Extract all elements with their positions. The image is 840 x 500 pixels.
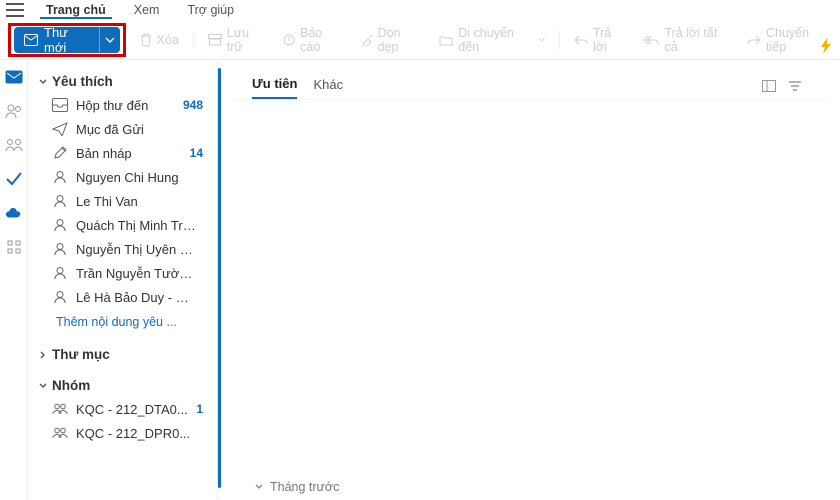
sidebar-item-label: Le Thi Van bbox=[76, 194, 138, 209]
person-icon bbox=[52, 265, 68, 281]
tab-focused[interactable]: Ưu tiên bbox=[252, 72, 297, 99]
highlight-new-mail: Thư mới bbox=[8, 23, 126, 57]
menubar: Trang chủ Xem Trợ giúp bbox=[0, 0, 840, 20]
person-icon bbox=[52, 193, 68, 209]
sidebar-item-label: Nguyen Chi Hung bbox=[76, 170, 179, 185]
archive-button[interactable]: Lưu trữ bbox=[204, 26, 269, 54]
groups-app-icon[interactable] bbox=[5, 136, 23, 154]
sidebar-item-label: Mục đã Gửi bbox=[76, 122, 144, 137]
chevron-down-icon bbox=[254, 482, 264, 492]
forward-button[interactable]: Chuyển tiếp bbox=[743, 26, 832, 54]
sidebar-item-label: Bản nháp bbox=[76, 146, 132, 161]
count-badge: 1 bbox=[196, 402, 203, 416]
group-item[interactable]: KQC - 212_DPR0... bbox=[36, 421, 209, 445]
tab-other[interactable]: Khác bbox=[313, 73, 343, 98]
lightning-icon[interactable] bbox=[820, 38, 832, 54]
trash-icon bbox=[140, 33, 152, 47]
sidebar-item[interactable]: Nguyen Chi Hung bbox=[36, 165, 209, 189]
move-button[interactable]: Di chuyển đến bbox=[435, 26, 549, 54]
people-app-icon[interactable] bbox=[5, 102, 23, 120]
sidebar-item[interactable]: Le Thi Van bbox=[36, 189, 209, 213]
menu-home[interactable]: Trang chủ bbox=[40, 1, 112, 19]
sidebar-item[interactable]: Quách Thị Minh Tra... bbox=[36, 213, 209, 237]
menu-help[interactable]: Trợ giúp bbox=[181, 1, 240, 19]
chevron-right-icon bbox=[38, 350, 48, 360]
sidebar: Yêu thích Hộp thư đến 948 Mục đã Gửi Bản nh… bbox=[28, 60, 218, 500]
inbox-icon bbox=[52, 97, 68, 113]
sidebar-item[interactable]: Mục đã Gửi bbox=[36, 117, 209, 141]
report-icon bbox=[283, 34, 295, 46]
add-favorite[interactable]: Thêm nội dung yêu ... bbox=[36, 309, 209, 335]
group-icon bbox=[52, 401, 68, 417]
message-list-pane: Ưu tiên Khác Tháng trước bbox=[218, 60, 840, 500]
broom-icon bbox=[361, 34, 373, 46]
reply-all-button[interactable]: Trả lời tất cả bbox=[639, 26, 733, 54]
reply-icon bbox=[574, 35, 588, 45]
count-badge: 14 bbox=[190, 146, 203, 160]
layout-icon[interactable] bbox=[762, 80, 776, 92]
chevron-down-icon bbox=[538, 37, 545, 42]
chevron-down-icon bbox=[38, 77, 48, 87]
selection-accent bbox=[218, 68, 221, 488]
person-icon bbox=[52, 289, 68, 305]
sweep-button[interactable]: Dọn dẹp bbox=[357, 26, 426, 54]
left-rail bbox=[0, 60, 28, 500]
sidebar-item-label: Nguyễn Thị Uyên P... bbox=[76, 242, 196, 257]
folders-header[interactable]: Thư mục bbox=[36, 343, 209, 366]
toolbar: Thư mới Xóa Lưu trữ Báo cáo Dọn dẹp Di c… bbox=[0, 20, 840, 60]
sidebar-item[interactable]: Hộp thư đến 948 bbox=[36, 93, 209, 117]
reply-all-icon bbox=[643, 35, 659, 45]
new-mail-label: Thư mới bbox=[44, 25, 89, 55]
sent-icon bbox=[52, 121, 68, 137]
new-mail-button[interactable]: Thư mới bbox=[14, 27, 99, 53]
message-tabs: Ưu tiên Khác bbox=[232, 68, 826, 99]
forward-icon bbox=[747, 35, 761, 45]
mail-app-icon[interactable] bbox=[5, 68, 23, 86]
person-icon bbox=[52, 217, 68, 233]
mail-icon bbox=[24, 34, 38, 46]
hamburger-icon[interactable] bbox=[6, 3, 24, 17]
sidebar-item-label: Lê Hà Bảo Duy - Kh... bbox=[76, 290, 196, 305]
favorites-header[interactable]: Yêu thích bbox=[36, 70, 209, 93]
folder-move-icon bbox=[439, 34, 453, 46]
sidebar-item-label: Trần Nguyễn Tường... bbox=[76, 266, 196, 281]
person-icon bbox=[52, 169, 68, 185]
sidebar-item-label: Quách Thị Minh Tra... bbox=[76, 218, 196, 233]
delete-button[interactable]: Xóa bbox=[136, 33, 183, 47]
new-mail-dropdown[interactable] bbox=[99, 27, 120, 53]
group-icon bbox=[52, 425, 68, 441]
chevron-down-icon bbox=[38, 381, 48, 391]
todo-app-icon[interactable] bbox=[5, 170, 23, 188]
group-item-label: KQC - 212_DPR0... bbox=[76, 426, 190, 441]
sidebar-item-label: Hộp thư đến bbox=[76, 98, 148, 113]
person-icon bbox=[52, 241, 68, 257]
onedrive-app-icon[interactable] bbox=[5, 204, 23, 222]
groups-header[interactable]: Nhóm bbox=[36, 374, 209, 397]
more-apps-icon[interactable] bbox=[5, 238, 23, 256]
sidebar-item[interactable]: Trần Nguyễn Tường... bbox=[36, 261, 209, 285]
archive-icon bbox=[208, 34, 222, 46]
month-group-header[interactable]: Tháng trước bbox=[254, 480, 339, 494]
filter-icon[interactable] bbox=[788, 80, 802, 92]
sidebar-item[interactable]: Bản nháp 14 bbox=[36, 141, 209, 165]
menu-view[interactable]: Xem bbox=[128, 1, 166, 19]
sidebar-item[interactable]: Nguyễn Thị Uyên P... bbox=[36, 237, 209, 261]
reply-button[interactable]: Trả lời bbox=[570, 26, 630, 54]
report-button[interactable]: Báo cáo bbox=[279, 26, 346, 54]
group-item[interactable]: KQC - 212_DTA0... 1 bbox=[36, 397, 209, 421]
sidebar-item[interactable]: Lê Hà Bảo Duy - Kh... bbox=[36, 285, 209, 309]
message-list[interactable]: Tháng trước bbox=[232, 99, 826, 492]
group-item-label: KQC - 212_DTA0... bbox=[76, 402, 188, 417]
draft-icon bbox=[52, 145, 68, 161]
count-badge: 948 bbox=[183, 98, 203, 112]
